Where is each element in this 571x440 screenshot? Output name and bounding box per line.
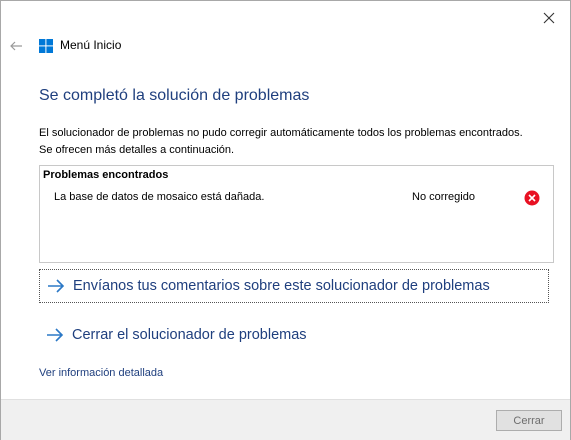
troubleshooter-window: Menú Inicio Se completó la solución de p…: [0, 0, 571, 440]
feedback-link-label: Envíanos tus comentarios sobre este solu…: [73, 278, 490, 294]
view-details-link[interactable]: Ver información detallada: [39, 367, 163, 379]
footer-bar: Cerrar: [1, 399, 570, 440]
windows-logo-icon: [39, 39, 53, 53]
arrow-right-icon: [48, 279, 65, 293]
page-heading: Se completó la solución de problemas: [39, 87, 310, 104]
page-description: El solucionador de problemas no pudo cor…: [39, 127, 523, 156]
arrow-right-icon: [47, 328, 64, 342]
problem-description: La base de datos de mosaico está dañada.: [54, 191, 265, 203]
problem-row[interactable]: La base de datos de mosaico está dañada.…: [54, 190, 540, 209]
error-icon: [524, 190, 540, 206]
back-arrow-icon[interactable]: [8, 38, 24, 54]
window-title: Menú Inicio: [60, 38, 122, 52]
close-troubleshooter-link[interactable]: Cerrar el solucionador de problemas: [39, 318, 549, 352]
feedback-link[interactable]: Envíanos tus comentarios sobre este solu…: [39, 269, 549, 303]
problem-status: No corregido: [412, 191, 475, 203]
close-window-button[interactable]: [538, 7, 560, 29]
problems-found-panel: Problemas encontrados La base de datos d…: [39, 165, 554, 263]
close-troubleshooter-label: Cerrar el solucionador de problemas: [72, 327, 307, 343]
problems-header: Problemas encontrados: [43, 169, 169, 181]
close-button[interactable]: Cerrar: [496, 410, 562, 431]
close-icon: [543, 12, 555, 24]
